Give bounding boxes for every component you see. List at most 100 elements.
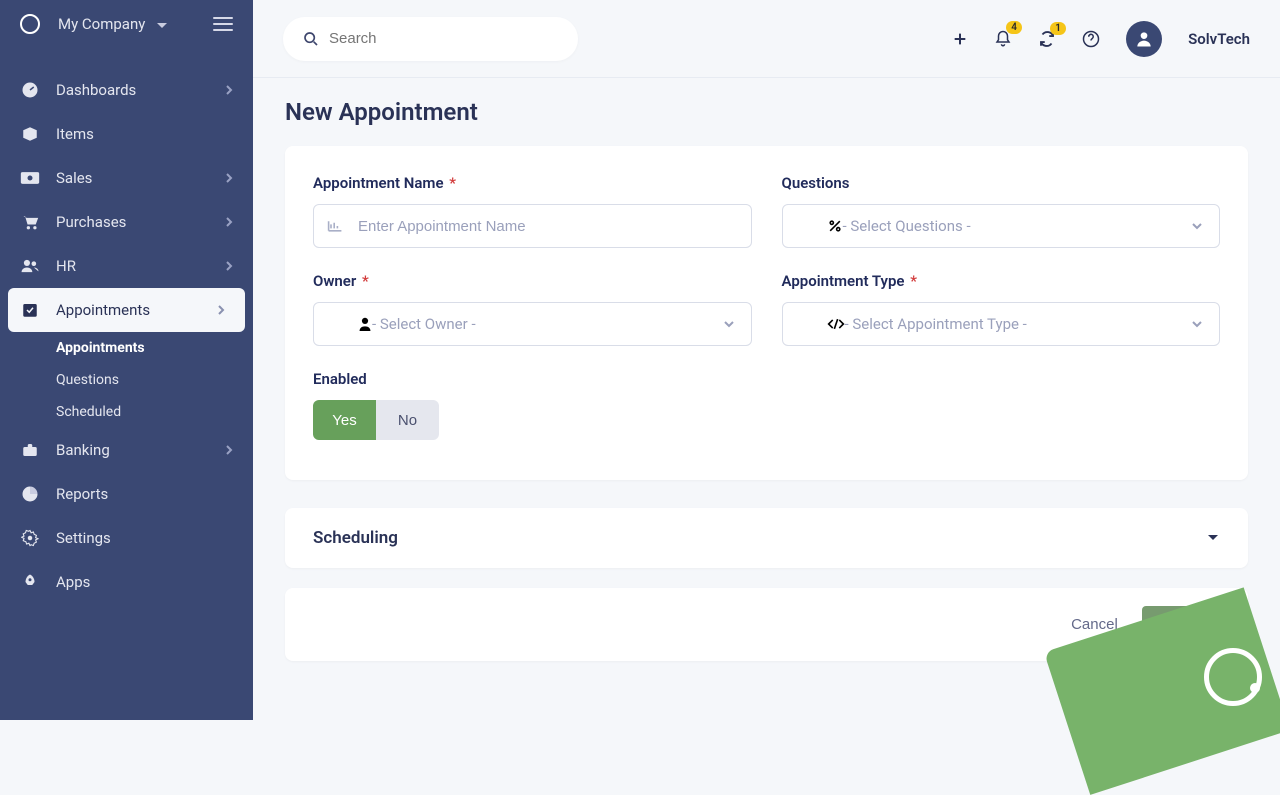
pie-chart-icon	[20, 484, 40, 504]
add-button[interactable]	[952, 31, 968, 47]
footer-bar: Cancel Save	[285, 588, 1248, 661]
chevron-right-icon	[225, 260, 233, 272]
chevron-down-icon	[723, 320, 735, 328]
sidebar-item-dashboards[interactable]: Dashboards	[0, 68, 253, 112]
enabled-yes-button[interactable]: Yes	[313, 400, 376, 440]
chevron-down-icon	[1191, 320, 1203, 328]
cancel-button[interactable]: Cancel	[1071, 616, 1118, 633]
required-marker: *	[358, 272, 368, 290]
gear-icon	[20, 528, 40, 548]
appointment-name-label: Appointment Name *	[313, 174, 752, 192]
notifications-badge: 4	[1006, 21, 1022, 34]
subnav-item-scheduled[interactable]: Scheduled	[56, 396, 253, 428]
appointment-type-placeholder: - Select Appointment Type -	[845, 315, 1027, 333]
sidebar-item-apps[interactable]: Apps	[0, 560, 253, 604]
required-marker: *	[907, 272, 917, 290]
dashboard-icon	[20, 80, 40, 100]
chevron-down-icon	[1191, 222, 1203, 230]
questions-select[interactable]: - Select Questions -	[782, 204, 1221, 248]
form-card: Appointment Name * Questions	[285, 146, 1248, 480]
nav-label: Appointments	[56, 301, 150, 319]
owner-select[interactable]: - Select Owner -	[313, 302, 752, 346]
subnav-item-appointments[interactable]: Appointments	[56, 332, 253, 364]
appointment-name-input[interactable]	[313, 204, 752, 248]
company-selector[interactable]: My Company	[58, 15, 213, 33]
questions-label: Questions	[782, 174, 1221, 192]
nav-label: Dashboards	[56, 81, 136, 99]
scheduling-title: Scheduling	[313, 528, 398, 548]
field-appointment-type: Appointment Type * - Select Appointment …	[782, 272, 1221, 346]
company-name: My Company	[58, 15, 145, 33]
subnav-item-questions[interactable]: Questions	[56, 364, 253, 396]
nav-label: Purchases	[56, 213, 126, 231]
briefcase-icon	[20, 440, 40, 460]
chart-icon	[327, 219, 343, 233]
sidebar-item-purchases[interactable]: Purchases	[0, 200, 253, 244]
field-owner: Owner * - Select Owner -	[313, 272, 752, 346]
chevron-right-icon	[225, 216, 233, 228]
chevron-right-icon	[225, 444, 233, 456]
cart-icon	[20, 212, 40, 232]
search-icon	[303, 31, 319, 47]
sidebar-item-hr[interactable]: HR	[0, 244, 253, 288]
sync-badge: 1	[1050, 22, 1066, 35]
sidebar: My Company Dashboards Items S	[0, 0, 253, 720]
topbar: 4 1 SolvTech	[253, 0, 1280, 78]
owner-placeholder: - Select Owner -	[372, 315, 476, 333]
nav-label: Banking	[56, 441, 110, 459]
enabled-no-button[interactable]: No	[376, 400, 439, 440]
required-marker: *	[446, 174, 456, 192]
questions-placeholder: - Select Questions -	[843, 217, 971, 235]
field-appointment-name: Appointment Name *	[313, 174, 752, 248]
notifications-button[interactable]: 4	[994, 29, 1012, 49]
owner-label: Owner *	[313, 272, 752, 290]
nav-label: Reports	[56, 485, 108, 503]
person-icon	[358, 316, 372, 332]
nav-label: Apps	[56, 573, 90, 591]
sidebar-item-banking[interactable]: Banking	[0, 428, 253, 472]
sidebar-item-settings[interactable]: Settings	[0, 516, 253, 560]
sidebar-item-items[interactable]: Items	[0, 112, 253, 156]
help-button[interactable]	[1082, 30, 1100, 48]
avatar[interactable]	[1126, 21, 1162, 57]
appointment-type-select[interactable]: - Select Appointment Type -	[782, 302, 1221, 346]
enabled-toggle: Yes No	[313, 400, 439, 440]
scheduling-accordion[interactable]: Scheduling	[285, 508, 1248, 568]
search-box[interactable]	[283, 17, 578, 61]
sidebar-item-sales[interactable]: Sales	[0, 156, 253, 200]
menu-toggle-icon[interactable]	[213, 17, 233, 31]
sidebar-item-reports[interactable]: Reports	[0, 472, 253, 516]
search-input[interactable]	[329, 30, 558, 47]
chevron-down-icon	[1206, 533, 1220, 543]
main: 4 1 SolvTech New Appointment Appointment…	[253, 0, 1280, 720]
enabled-label: Enabled	[313, 370, 752, 388]
nav-label: Items	[56, 125, 94, 143]
chevron-right-icon	[225, 84, 233, 96]
caret-down-icon	[157, 23, 167, 28]
chevron-right-icon	[225, 172, 233, 184]
sidebar-item-appointments[interactable]: Appointments	[8, 288, 245, 332]
nav-label: HR	[56, 257, 76, 275]
users-icon	[20, 256, 40, 276]
logo-icon	[20, 14, 40, 34]
code-icon	[827, 317, 845, 331]
field-enabled: Enabled Yes No	[313, 370, 752, 440]
cash-icon	[20, 168, 40, 188]
calendar-check-icon	[20, 300, 40, 320]
subnav-appointments: Appointments Questions Scheduled	[0, 332, 253, 428]
corner-logo-icon	[1204, 648, 1262, 706]
appointment-type-label: Appointment Type *	[782, 272, 1221, 290]
sync-button[interactable]: 1	[1038, 30, 1056, 48]
top-icons: 4 1 SolvTech	[952, 21, 1250, 57]
nav-label: Settings	[56, 529, 111, 547]
user-name[interactable]: SolvTech	[1188, 30, 1250, 48]
nav: Dashboards Items Sales Purchases	[0, 68, 253, 604]
chevron-right-icon	[217, 304, 225, 316]
page-title: New Appointment	[285, 98, 1248, 126]
nav-label: Sales	[56, 169, 92, 187]
percent-icon	[827, 218, 843, 234]
content: New Appointment Appointment Name * Quest	[253, 78, 1280, 681]
sidebar-header: My Company	[0, 0, 253, 48]
save-button[interactable]: Save	[1142, 606, 1220, 643]
field-questions: Questions - Select Questions -	[782, 174, 1221, 248]
